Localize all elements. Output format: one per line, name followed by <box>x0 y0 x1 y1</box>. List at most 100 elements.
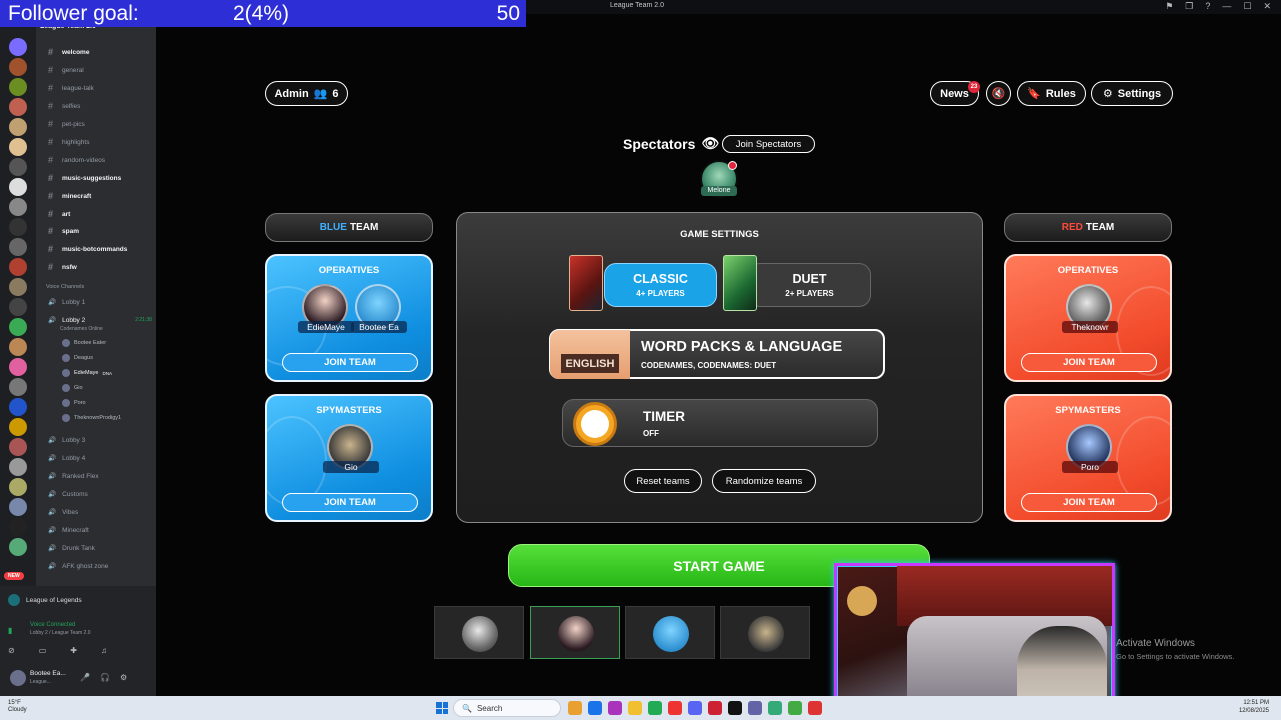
server-icon[interactable] <box>9 358 27 376</box>
channel-art[interactable]: # art <box>48 208 70 220</box>
taskbar-clock[interactable]: 12:51 PM 12/08/2025 <box>1239 699 1269 715</box>
popout-icon[interactable]: ❐ <box>1185 1 1193 12</box>
voice-channel-afk[interactable]: 🔊 AFK ghost zone <box>48 562 108 571</box>
server-icon[interactable] <box>9 518 27 536</box>
server-icon[interactable] <box>9 198 27 216</box>
soundboard-icon[interactable]: ♫ <box>101 646 107 655</box>
gear-icon[interactable]: ⚙ <box>120 673 127 682</box>
player-slot[interactable]: Poro <box>1062 424 1118 473</box>
server-icon[interactable] <box>9 258 27 276</box>
edge-icon[interactable] <box>588 701 602 715</box>
voice-member[interactable]: Gio <box>62 384 83 392</box>
video-off-icon[interactable]: ⊘ <box>8 646 15 655</box>
app-icon[interactable] <box>648 701 662 715</box>
app-icon[interactable] <box>708 701 722 715</box>
channel-random-videos[interactable]: # random-videos <box>48 154 105 166</box>
voice-channel-ranked-flex[interactable]: 🔊 Ranked Flex <box>48 472 99 481</box>
app-icon[interactable] <box>808 701 822 715</box>
player-tile[interactable] <box>530 606 620 659</box>
server-icon[interactable] <box>9 238 27 256</box>
player-tile[interactable] <box>720 606 810 659</box>
voice-channel-drunk-tank[interactable]: 🔊 Drunk Tank <box>48 544 95 553</box>
classic-mode-button[interactable]: CLASSIC 4+ PLAYERS <box>604 263 717 307</box>
voice-channel-lobby2[interactable]: 🔊 Lobby 2 2:21:38 <box>48 316 152 325</box>
join-red-spymasters-button[interactable]: JOIN TEAM <box>1021 493 1157 512</box>
join-blue-spymasters-button[interactable]: JOIN TEAM <box>282 493 418 512</box>
server-icon[interactable] <box>9 98 27 116</box>
channel-spam[interactable]: # spam <box>48 225 79 237</box>
timer-button[interactable]: TIMER OFF <box>562 399 878 447</box>
windows-start-icon[interactable] <box>436 702 448 714</box>
discord-icon[interactable] <box>688 701 702 715</box>
server-icon[interactable] <box>9 538 27 556</box>
server-icon[interactable] <box>9 78 27 96</box>
server-icon[interactable] <box>9 418 27 436</box>
join-spectators-button[interactable]: Join Spectators <box>722 135 815 153</box>
channel-music-botcommands[interactable]: # music-botcommands <box>48 243 127 255</box>
server-icon[interactable] <box>9 498 27 516</box>
voice-channel-minecraft[interactable]: 🔊 Minecraft <box>48 526 89 535</box>
join-red-operatives-button[interactable]: JOIN TEAM <box>1021 353 1157 372</box>
voice-channel-vibes[interactable]: 🔊 Vibes <box>48 508 78 517</box>
duet-mode-button[interactable]: DUET 2+ PLAYERS <box>748 263 871 307</box>
app-icon[interactable] <box>728 701 742 715</box>
channel-welcome[interactable]: # welcome <box>48 46 89 58</box>
voice-channel-customs[interactable]: 🔊 Customs <box>48 490 88 499</box>
settings-button[interactable]: ⚙ Settings <box>1091 81 1173 106</box>
channel-music-suggestions[interactable]: # music-suggestions <box>48 172 121 184</box>
server-icon[interactable] <box>9 298 27 316</box>
player-slot[interactable]: Gio <box>323 424 379 473</box>
minecraft-icon[interactable] <box>788 701 802 715</box>
voice-member[interactable]: EdieMaye DNA <box>62 369 112 377</box>
server-icon[interactable] <box>9 158 27 176</box>
server-icon[interactable] <box>9 338 27 356</box>
headphones-icon[interactable]: 🎧 <box>100 673 110 682</box>
voice-member[interactable]: Deagus <box>62 354 93 362</box>
microphone-icon[interactable]: 🎤 <box>80 673 90 682</box>
voice-channel-lobby1[interactable]: 🔊 Lobby 1 <box>48 298 85 307</box>
user-avatar[interactable] <box>10 670 26 686</box>
reset-teams-button[interactable]: Reset teams <box>624 469 702 493</box>
server-icon[interactable] <box>9 178 27 196</box>
voice-category[interactable]: Voice Channels <box>46 284 84 290</box>
maximize-icon[interactable]: ☐ <box>1243 1 1251 12</box>
channel-league-talk[interactable]: # league-talk <box>48 82 94 94</box>
help-icon[interactable]: ? <box>1205 1 1210 12</box>
chrome-icon[interactable] <box>668 701 682 715</box>
server-icon[interactable] <box>9 438 27 456</box>
weather-widget[interactable]: 15°F Cloudy <box>8 700 27 714</box>
voice-member[interactable]: Bootee Eater <box>62 339 106 347</box>
channel-pet-pics[interactable]: # pet-pics <box>48 118 85 130</box>
player-slot[interactable]: Theknowr <box>1062 284 1118 333</box>
player-slot[interactable]: Bootee Ea <box>351 284 407 333</box>
close-icon[interactable]: ✕ <box>1263 1 1271 12</box>
channel-minecraft[interactable]: # minecraft <box>48 190 91 202</box>
app-icon[interactable] <box>768 701 782 715</box>
voice-channel-lobby4[interactable]: 🔊 Lobby 4 <box>48 454 85 463</box>
flag-icon[interactable]: ⚑ <box>1165 1 1173 12</box>
new-badge[interactable]: NEW <box>4 572 24 580</box>
admin-button[interactable]: Admin 👥 6 <box>265 81 348 106</box>
server-icon[interactable] <box>9 398 27 416</box>
server-icon[interactable] <box>9 58 27 76</box>
player-tile[interactable] <box>434 606 524 659</box>
teams-icon[interactable] <box>748 701 762 715</box>
app-icon[interactable] <box>568 701 582 715</box>
screenshare-icon[interactable]: ▭ <box>39 646 47 655</box>
join-blue-operatives-button[interactable]: JOIN TEAM <box>282 353 418 372</box>
voice-channel-lobby3[interactable]: 🔊 Lobby 3 <box>48 436 85 445</box>
server-icon[interactable] <box>9 278 27 296</box>
bottom-server-row[interactable]: League of Legends <box>8 594 82 606</box>
rules-button[interactable]: 🔖 Rules <box>1017 81 1086 106</box>
server-icon[interactable] <box>9 378 27 396</box>
server-icon[interactable] <box>9 138 27 156</box>
mute-button[interactable]: 🔇 <box>986 81 1011 106</box>
app-icon[interactable] <box>608 701 622 715</box>
minimize-icon[interactable]: — <box>1222 1 1231 12</box>
server-icon[interactable] <box>9 218 27 236</box>
taskbar-search[interactable]: 🔍 Search <box>453 699 561 717</box>
channel-highlights[interactable]: # highlights <box>48 136 89 148</box>
voice-member[interactable]: TheknownProdigy1 <box>62 414 121 422</box>
player-slot[interactable]: EdieMaye <box>298 284 354 333</box>
server-icon[interactable] <box>9 318 27 336</box>
